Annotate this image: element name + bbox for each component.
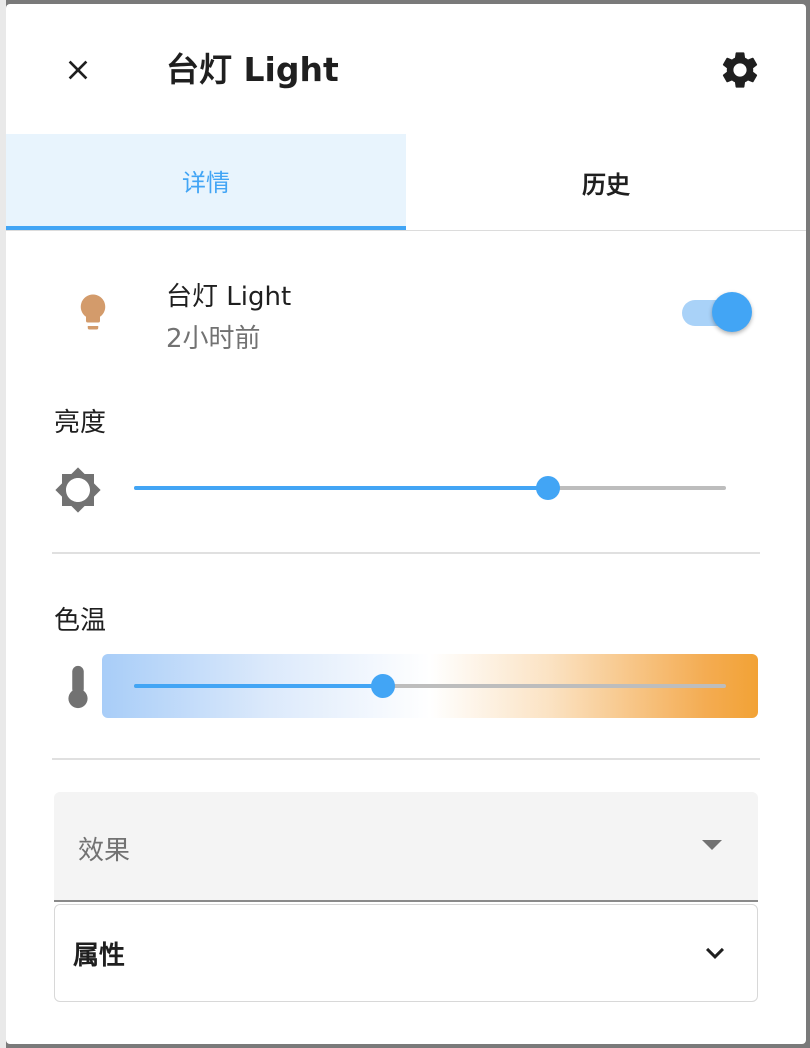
close-button[interactable]: [56, 48, 100, 92]
gear-icon: [722, 52, 758, 88]
color-temp-slider[interactable]: [134, 666, 726, 706]
dialog-title: 台灯 Light: [166, 50, 339, 89]
brightness-slider[interactable]: [134, 468, 726, 508]
brightness-label: 亮度: [54, 408, 107, 438]
entity-row: 台灯 Light 2小时前: [54, 266, 760, 356]
color-temp-label: 色温: [54, 606, 107, 636]
slider-thumb[interactable]: [536, 476, 561, 500]
tab-history[interactable]: 历史: [406, 134, 806, 230]
chevron-down-icon: [706, 947, 724, 959]
entity-last-changed: 2小时前: [166, 324, 261, 354]
dropdown-arrow-icon: [702, 840, 722, 850]
divider: [52, 758, 760, 760]
slider-fill: [134, 486, 549, 490]
brightness-icon: [55, 467, 101, 513]
slider-fill: [134, 684, 383, 688]
settings-button[interactable]: [716, 46, 764, 94]
close-icon: [68, 60, 88, 80]
power-toggle[interactable]: [678, 290, 754, 334]
lightbulb-icon: [80, 294, 106, 330]
tab-details[interactable]: 详情: [6, 134, 406, 230]
tab-bar: 详情 历史: [6, 134, 806, 231]
effect-label: 效果: [78, 836, 131, 866]
thermometer-icon: [68, 665, 88, 709]
divider: [52, 552, 760, 554]
toggle-thumb[interactable]: [712, 292, 752, 332]
slider-thumb[interactable]: [370, 674, 395, 698]
effect-select[interactable]: 效果: [54, 792, 758, 902]
entity-name: 台灯 Light: [166, 282, 292, 312]
attributes-expander[interactable]: 属性: [54, 904, 758, 1002]
dialog-header: 台灯 Light: [6, 4, 806, 134]
attributes-label: 属性: [73, 941, 126, 971]
more-info-dialog: 台灯 Light 详情 历史 台灯 Light 2小时前 亮度 色温 效果 属性: [6, 4, 806, 1044]
